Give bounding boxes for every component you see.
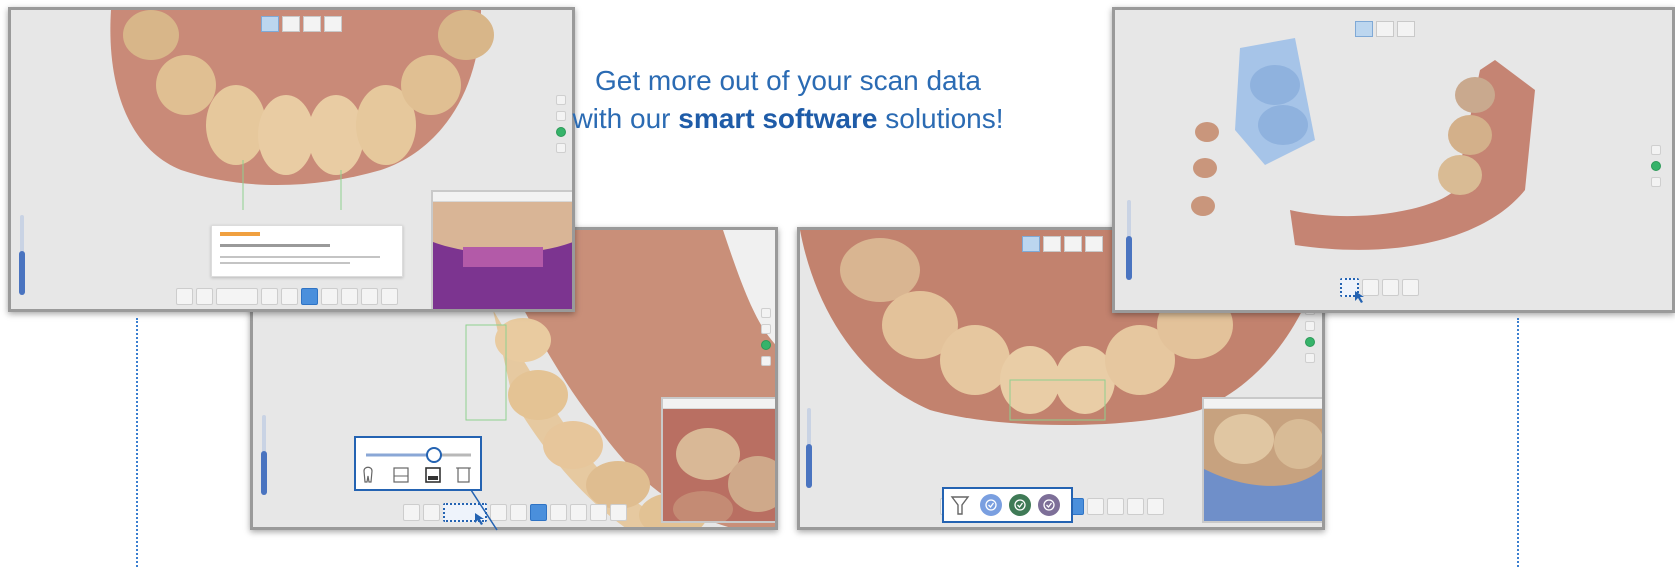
check-circle-purple-icon[interactable] <box>1038 494 1060 516</box>
headline-emphasis: smart software <box>678 103 878 134</box>
trim-tool-icon[interactable] <box>423 504 440 521</box>
vertical-slider[interactable] <box>19 215 25 295</box>
dental-scan-with-die <box>1191 38 1535 250</box>
toolbar-button[interactable] <box>281 288 298 305</box>
bottom-toolbar[interactable] <box>176 288 398 305</box>
notification-line <box>220 262 350 264</box>
toolbar-button[interactable] <box>1087 498 1104 515</box>
filter-buttons-callout <box>942 487 1073 523</box>
view-option-icon[interactable] <box>1085 236 1103 252</box>
right-sidebar[interactable] <box>761 308 771 366</box>
headline-line-2: with our smart software solutions! <box>548 100 1028 138</box>
toolbar-button[interactable] <box>381 288 398 305</box>
toolbar-button[interactable] <box>550 504 567 521</box>
toolbar-button[interactable] <box>1127 498 1144 515</box>
bottom-toolbar[interactable] <box>403 503 627 522</box>
cursor-arrow-icon <box>1355 291 1364 303</box>
status-dot-green <box>761 340 771 350</box>
sidebar-button[interactable] <box>556 143 566 153</box>
inset-header[interactable] <box>663 399 775 409</box>
active-tool-icon[interactable] <box>301 288 318 305</box>
view-mode-icon[interactable] <box>261 16 279 32</box>
live-camera-inset <box>661 397 775 523</box>
notification-line <box>220 244 330 247</box>
view-option-icon[interactable] <box>282 16 300 32</box>
inset-photo <box>1204 409 1322 521</box>
view-option-icon[interactable] <box>1376 21 1394 37</box>
funnel-icon <box>950 496 970 515</box>
trash-icon <box>456 467 471 483</box>
active-tool-icon[interactable] <box>530 504 547 521</box>
sidebar-button[interactable] <box>1305 321 1315 331</box>
sidebar-button[interactable] <box>1651 145 1661 155</box>
toolbar-button[interactable] <box>510 504 527 521</box>
headline-line-1: Get more out of your scan data <box>595 65 981 96</box>
sidebar-button[interactable] <box>761 356 771 366</box>
brightness-slider[interactable] <box>356 438 480 489</box>
inset-photo <box>663 409 775 521</box>
vertical-slider[interactable] <box>806 408 812 488</box>
notification-line <box>220 256 380 258</box>
vertical-slider[interactable] <box>261 415 267 495</box>
scanner-icon <box>393 467 409 483</box>
scanner-active-icon <box>425 467 441 483</box>
view-option-icon[interactable] <box>1397 21 1415 37</box>
toolbar-button[interactable] <box>196 288 213 305</box>
screenshot-top-right <box>1112 7 1675 313</box>
inset-header[interactable] <box>1204 399 1322 409</box>
toolbar-button[interactable] <box>341 288 358 305</box>
toolbar-button[interactable] <box>216 288 258 305</box>
select-tool-icon[interactable] <box>403 504 420 521</box>
inset-photo <box>433 202 572 309</box>
dotted-guide-right <box>1517 318 1519 567</box>
dotted-guide-left <box>136 318 138 567</box>
status-dot-green <box>1305 337 1315 347</box>
notification-line <box>220 232 260 236</box>
check-circle-blue-icon[interactable] <box>980 494 1002 516</box>
view-toolbar[interactable] <box>261 16 342 32</box>
headline-suffix: solutions! <box>877 103 1004 134</box>
view-mode-icon[interactable] <box>1022 236 1040 252</box>
toolbar-button[interactable] <box>570 504 587 521</box>
notification-popup <box>211 225 403 277</box>
toolbar-button[interactable] <box>1402 279 1419 296</box>
toolbar-button[interactable] <box>1147 498 1164 515</box>
toolbar-button[interactable] <box>361 288 378 305</box>
filter-buttons[interactable] <box>944 489 1071 521</box>
sidebar-button[interactable] <box>761 308 771 318</box>
toolbar-button[interactable] <box>1107 498 1124 515</box>
headline: Get more out of your scan data with our … <box>548 62 1028 138</box>
view-option-icon[interactable] <box>303 16 321 32</box>
toolbar-button[interactable] <box>261 288 278 305</box>
status-dot-green <box>1651 161 1661 171</box>
live-camera-inset <box>431 190 572 309</box>
right-sidebar[interactable] <box>1651 145 1661 187</box>
select-tool-icon[interactable] <box>176 288 193 305</box>
view-mode-icon[interactable] <box>1355 21 1373 37</box>
view-toolbar[interactable] <box>1355 21 1415 37</box>
live-camera-inset <box>1202 397 1322 523</box>
toolbar-button[interactable] <box>590 504 607 521</box>
right-sidebar[interactable] <box>1305 305 1315 363</box>
bottom-toolbar[interactable] <box>1340 278 1419 297</box>
sidebar-button[interactable] <box>1305 353 1315 363</box>
toolbar-button[interactable] <box>610 504 627 521</box>
toolbar-button[interactable] <box>1382 279 1399 296</box>
view-option-icon[interactable] <box>1064 236 1082 252</box>
callout-connector-line <box>470 490 498 531</box>
view-option-icon[interactable] <box>1043 236 1061 252</box>
check-circle-green-icon[interactable] <box>1009 494 1031 516</box>
toolbar-button[interactable] <box>321 288 338 305</box>
headline-prefix: with our <box>572 103 679 134</box>
tooth-icon <box>363 466 373 483</box>
sidebar-button[interactable] <box>761 324 771 334</box>
screenshot-top-left <box>8 7 575 312</box>
brightness-slider-callout <box>354 436 482 491</box>
view-toolbar[interactable] <box>1022 236 1103 252</box>
vertical-slider[interactable] <box>1126 200 1132 280</box>
view-option-icon[interactable] <box>324 16 342 32</box>
sidebar-button[interactable] <box>1651 177 1661 187</box>
inset-header[interactable] <box>433 192 572 202</box>
